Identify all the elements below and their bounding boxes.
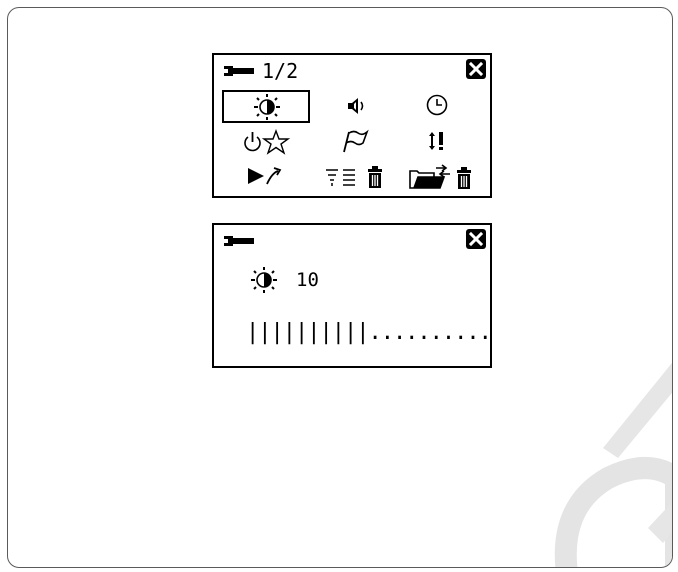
manual-figure-frame: 1/2 10 ||||||||||.......... [7, 7, 673, 568]
clear-list-icon[interactable] [324, 164, 394, 190]
close-icon[interactable] [466, 59, 486, 79]
power-favorite-icon[interactable] [242, 129, 292, 155]
menu-item-brightness[interactable] [222, 90, 310, 123]
close-icon[interactable] [466, 229, 486, 249]
thread-tension-icon[interactable] [426, 130, 448, 152]
clock-icon[interactable] [425, 93, 449, 117]
brightness-level-bar[interactable]: ||||||||||.......... [246, 321, 492, 345]
wrench-icon [224, 234, 254, 248]
wrench-icon [224, 64, 254, 78]
brightness-icon [252, 94, 282, 120]
play-return-icon[interactable] [246, 165, 286, 187]
page-indicator: 1/2 [262, 59, 299, 83]
settings-menu-screen: 1/2 [212, 53, 492, 198]
brightness-value: 10 [296, 269, 319, 291]
folder-transfer-delete-icon[interactable] [408, 163, 484, 191]
brightness-icon [249, 267, 279, 293]
flag-icon[interactable] [340, 128, 370, 154]
brightness-setting-screen: 10 ||||||||||.......... [212, 223, 492, 368]
speaker-volume-icon[interactable] [346, 95, 366, 117]
